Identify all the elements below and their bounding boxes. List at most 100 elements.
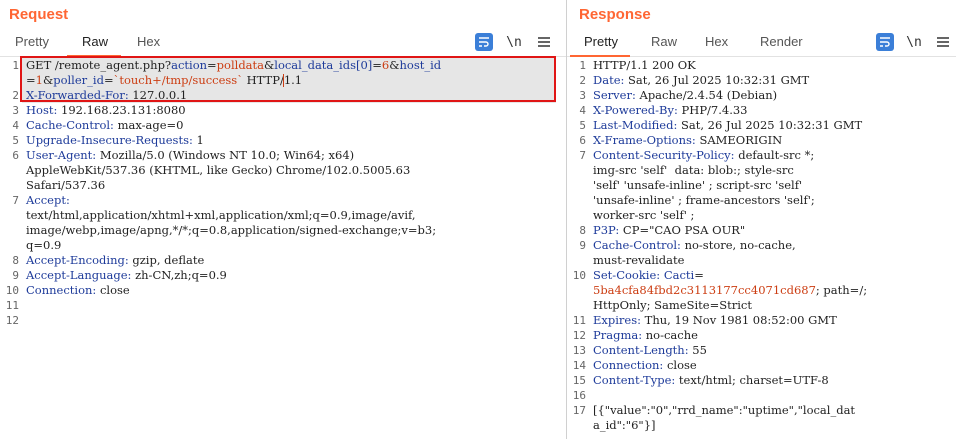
header-name: X-Frame-Options:	[593, 133, 696, 147]
code-content: Cache-Control: no-store, no-cache,	[593, 238, 796, 253]
code-content: Last-Modified: Sat, 26 Jul 2025 10:32:31…	[593, 118, 862, 133]
code-text: 'unsafe-inline' ; frame-ancestors 'self'…	[593, 193, 815, 207]
code-line: 6 X-Frame-Options: SAMEORIGIN	[567, 133, 956, 148]
line-number: 5	[579, 119, 586, 132]
code-line: 13 Content-Length: 55	[567, 343, 956, 358]
code-text: PHP/7.4.33	[677, 103, 748, 117]
code-text: SAMEORIGIN	[695, 133, 783, 147]
code-line: 8 Accept-Encoding: gzip, deflate	[0, 253, 566, 268]
code-line: 4 X-Powered-By: PHP/7.4.33	[567, 103, 956, 118]
code-text: HttpOnly; SameSite=Strict	[593, 298, 752, 312]
request-tab-hex[interactable]: Hex	[137, 34, 160, 49]
code-line: 7 Content-Security-Policy: default-src *;	[567, 148, 956, 163]
code-content: must-revalidate	[593, 253, 684, 268]
code-line: 8 P3P: CP="CAO PSA OUR"	[567, 223, 956, 238]
code-text: 192.168.23.131:8080	[57, 103, 186, 117]
code-content: Accept-Encoding: gzip, deflate	[26, 253, 204, 268]
code-text: text/html; charset=UTF-8	[675, 373, 829, 387]
code-content: AppleWebKit/537.36 (KHTML, like Gecko) C…	[26, 163, 410, 178]
code-line: 9 Accept-Language: zh-CN,zh;q=0.9	[0, 268, 566, 283]
line-number: 2	[579, 74, 586, 87]
line-number: 4	[12, 119, 19, 132]
code-text: image/webp,image/apng,*/*;q=0.8,applicat…	[26, 223, 437, 237]
code-line: HttpOnly; SameSite=Strict	[567, 298, 956, 313]
header-name: Last-Modified:	[593, 118, 678, 132]
response-title: Response	[579, 6, 651, 23]
response-editor[interactable]: 1 HTTP/1.1 200 OK 2 Date: Sat, 26 Jul 2025 …	[567, 58, 956, 439]
line-number: 6	[579, 134, 586, 147]
line-number: 5	[12, 134, 19, 147]
code-line: 10 Set-Cookie: Cacti=	[567, 268, 956, 283]
line-number: 7	[579, 149, 586, 162]
response-tab-pretty[interactable]: Pretty	[584, 34, 618, 49]
header-name: Set-Cookie:	[593, 268, 661, 282]
request-tab-pretty[interactable]: Pretty	[15, 34, 49, 49]
header-name: Content-Length:	[593, 343, 689, 357]
line-number: 6	[12, 149, 19, 162]
code-content: Content-Security-Policy: default-src *;	[593, 148, 814, 163]
code-line: 'unsafe-inline' ; frame-ancestors 'self'…	[567, 193, 956, 208]
menu-icon[interactable]	[934, 33, 952, 51]
header-name: Content-Security-Policy:	[593, 148, 735, 162]
response-tab-render[interactable]: Render	[760, 34, 803, 49]
message-actions-icon[interactable]	[475, 33, 493, 51]
code-content: a_id":"6"}]	[593, 418, 656, 433]
code-text: 'self' 'unsafe-inline' ; script-src 'sel…	[593, 178, 803, 192]
code-content: Cache-Control: max-age=0	[26, 118, 183, 133]
menu-icon[interactable]	[535, 33, 553, 51]
header-name: Connection:	[593, 358, 664, 372]
newline-toggle-icon[interactable]: \n	[905, 33, 923, 51]
code-line: q=0.9	[0, 238, 566, 253]
code-content: Host: 192.168.23.131:8080	[26, 103, 186, 118]
code-content: q=0.9	[26, 238, 61, 253]
code-content: [{"value":"0","rrd_name":"uptime","local…	[593, 403, 855, 418]
code-text: 1	[192, 133, 204, 147]
header-name: Cache-Control:	[26, 118, 114, 132]
code-content: Safari/537.36	[26, 178, 105, 193]
code-line: 5 Upgrade-Insecure-Requests: 1	[0, 133, 566, 148]
param-name: Cacti	[663, 268, 695, 282]
header-name: Date:	[593, 73, 625, 87]
line-number: 13	[572, 344, 586, 357]
code-line: 11	[0, 298, 566, 313]
line-number: 8	[12, 254, 19, 267]
code-content: worker-src 'self' ;	[593, 208, 694, 223]
header-name: Connection:	[26, 283, 97, 297]
response-tab-hex[interactable]: Hex	[705, 34, 728, 49]
code-content: User-Agent: Mozilla/5.0 (Windows NT 10.0…	[26, 148, 354, 163]
line-number: 9	[12, 269, 19, 282]
code-text: worker-src 'self' ;	[593, 208, 695, 222]
request-pane: Request Pretty Raw Hex \n 1 GET /remote_a…	[0, 0, 566, 439]
code-content: X-Frame-Options: SAMEORIGIN	[593, 133, 782, 148]
request-editor[interactable]: 1 GET /remote_agent.php?action=polldata&l…	[0, 58, 566, 439]
message-actions-icon[interactable]	[876, 33, 894, 51]
code-content: text/html,application/xhtml+xml,applicat…	[26, 208, 416, 223]
code-text: img-src 'self' data: blob:; style-src	[593, 163, 794, 177]
code-line: 12 Pragma: no-cache	[567, 328, 956, 343]
request-tabs: Pretty Raw Hex \n	[0, 32, 566, 57]
response-tab-raw[interactable]: Raw	[651, 34, 677, 49]
response-active-tab-indicator	[570, 55, 630, 57]
line-number: 8	[579, 224, 586, 237]
line-number: 12	[5, 314, 19, 327]
line-number: 10	[572, 269, 586, 282]
code-text: zh-CN,zh;q=0.9	[131, 268, 227, 282]
code-line: Safari/537.36	[0, 178, 566, 193]
code-line: text/html,application/xhtml+xml,applicat…	[0, 208, 566, 223]
code-line: 6 User-Agent: Mozilla/5.0 (Windows NT 10.…	[0, 148, 566, 163]
code-content: Accept-Language: zh-CN,zh;q=0.9	[26, 268, 227, 283]
code-line: 7 Accept:	[0, 193, 566, 208]
code-line: 17 [{"value":"0","rrd_name":"uptime","loc…	[567, 403, 956, 418]
header-name: P3P:	[593, 223, 620, 237]
line-number: 14	[572, 359, 586, 372]
code-line: 12	[0, 313, 566, 328]
code-content: Content-Type: text/html; charset=UTF-8	[593, 373, 829, 388]
newline-toggle-icon[interactable]: \n	[505, 33, 523, 51]
line-number: 12	[572, 329, 586, 342]
request-title: Request	[9, 6, 69, 23]
header-name: Accept:	[26, 193, 70, 207]
request-tab-raw[interactable]: Raw	[82, 34, 108, 49]
code-text: HTTP/1.1 200 OK	[593, 58, 696, 72]
line-number: 4	[579, 104, 586, 117]
code-line: 3 Server: Apache/2.4.54 (Debian)	[567, 88, 956, 103]
